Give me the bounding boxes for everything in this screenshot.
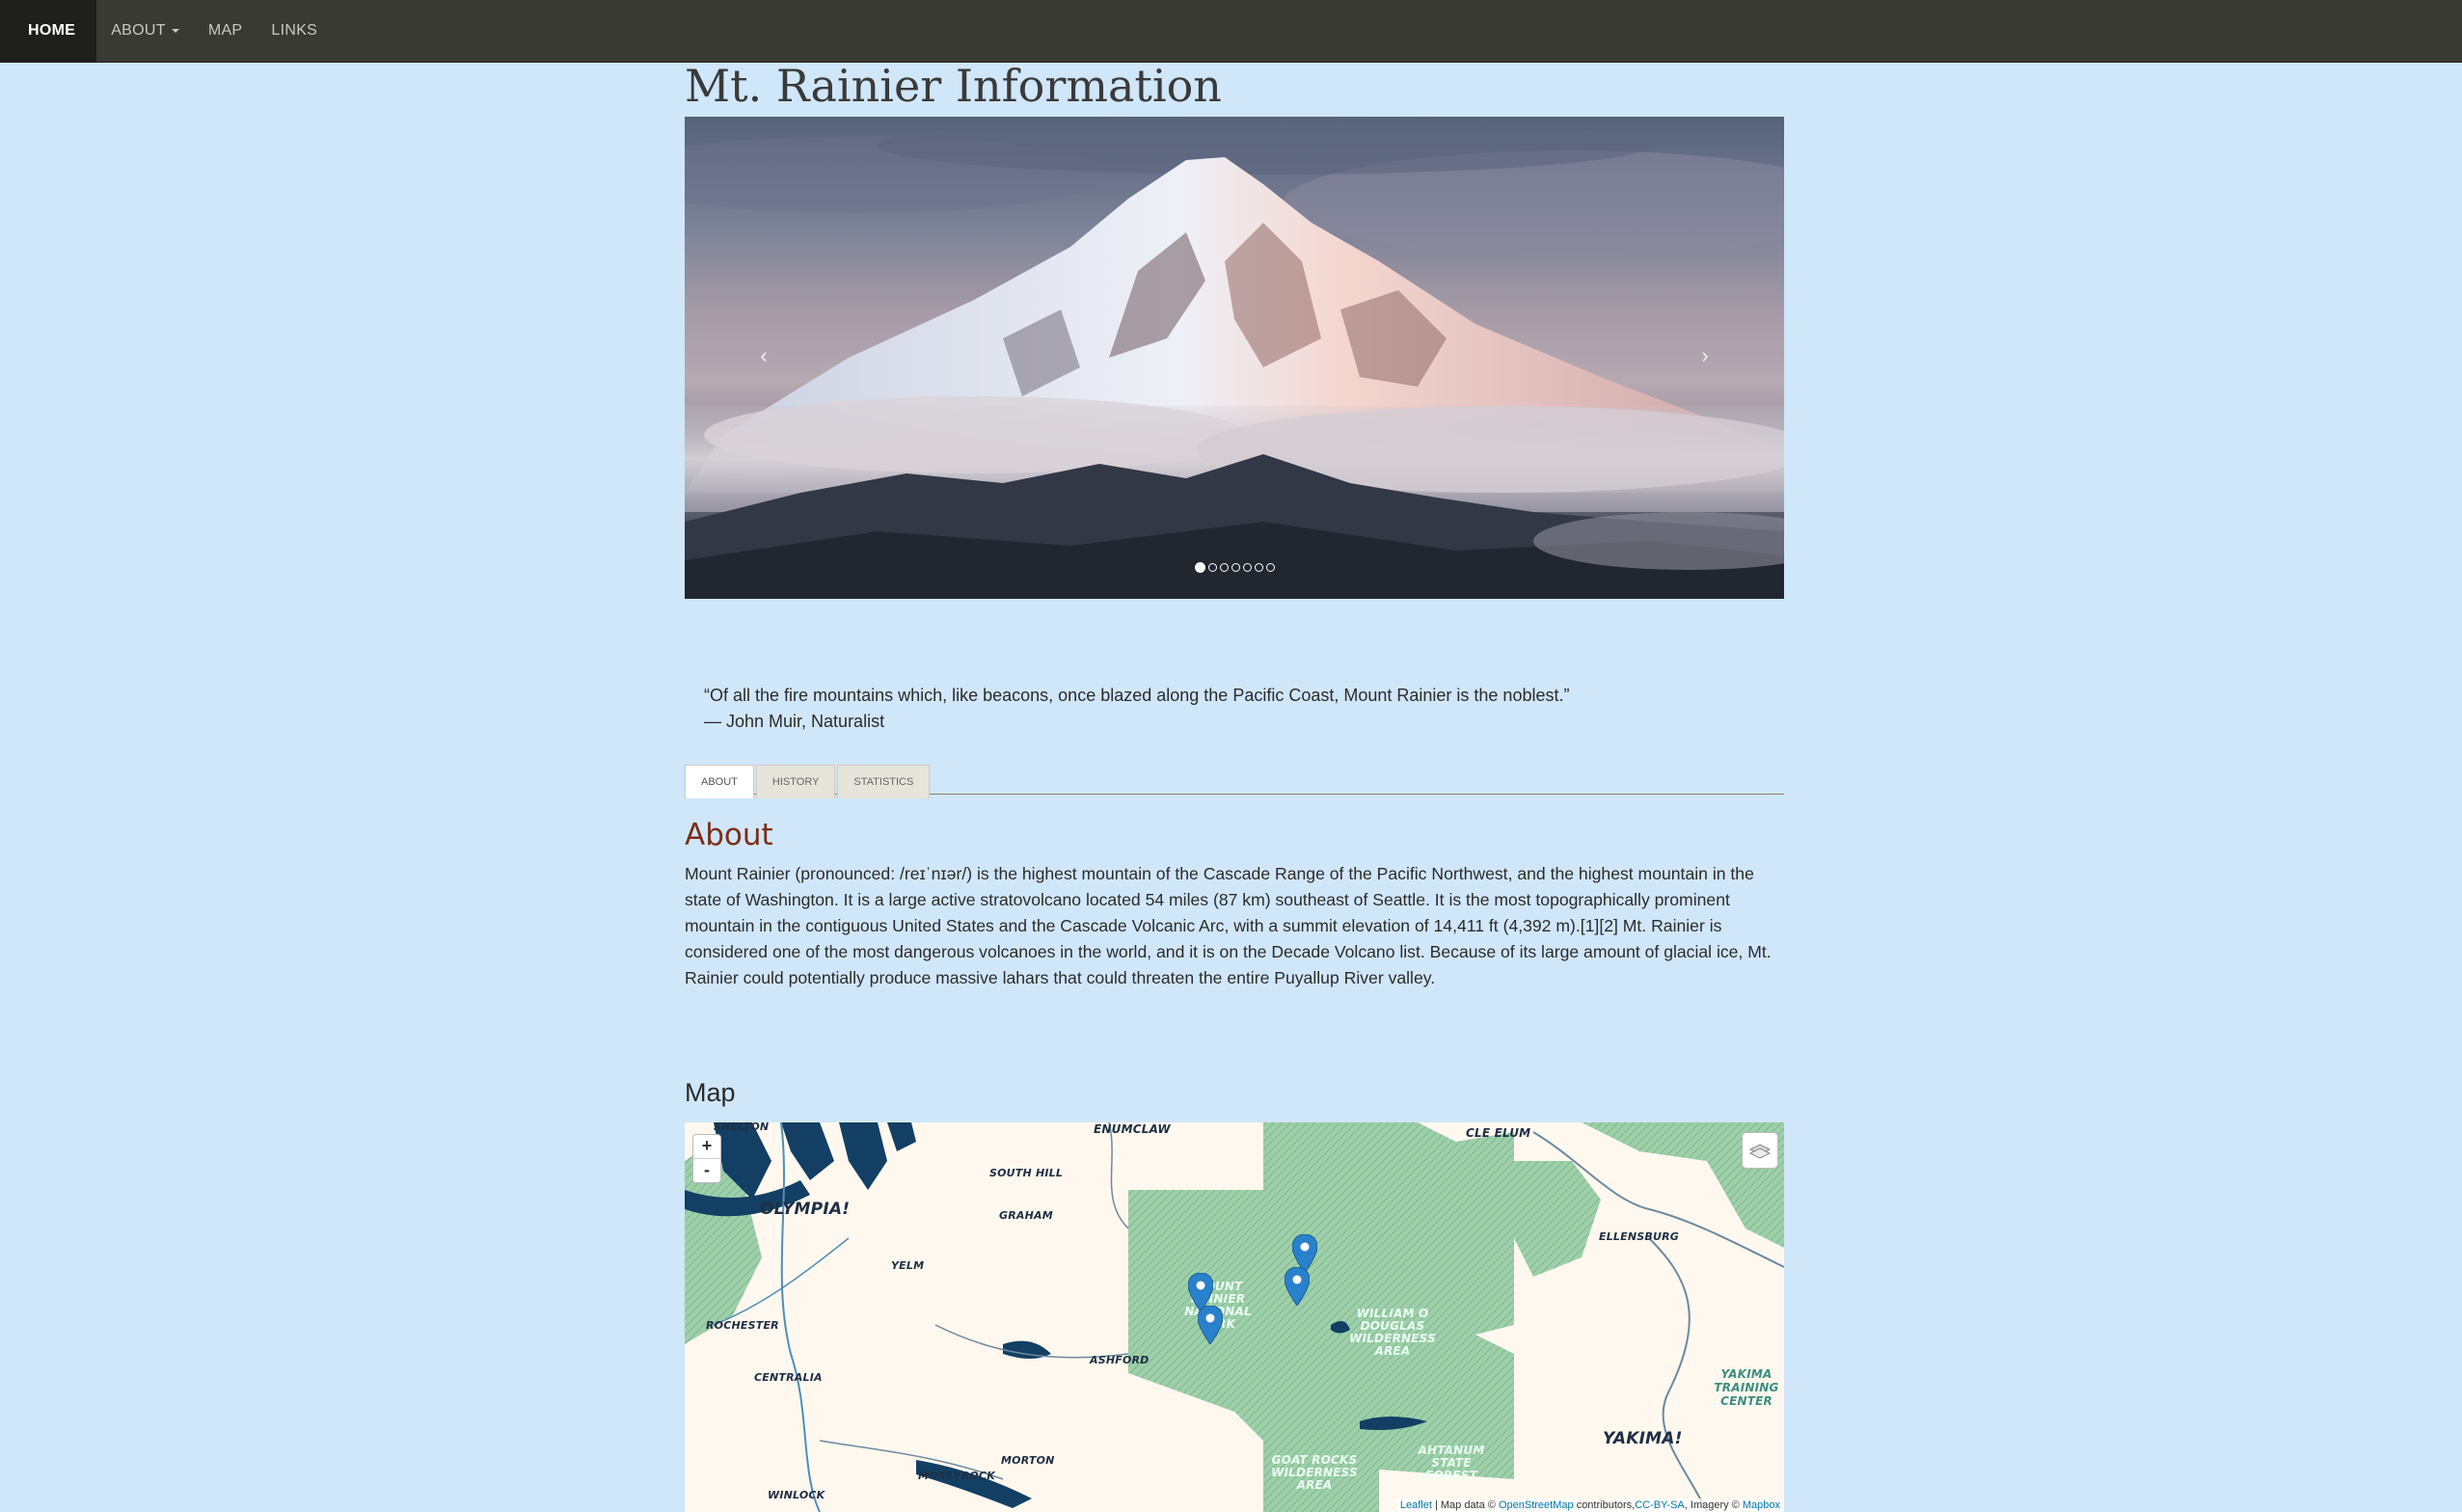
- map-marker-pin[interactable]: [1285, 1267, 1310, 1306]
- map-label-william-o-douglas: WILLIAM O DOUGLAS WILDERNESS AREA: [1349, 1307, 1436, 1358]
- nav-map-label: MAP: [207, 22, 243, 39]
- map-label-ashford: ASHFORD: [1090, 1354, 1150, 1366]
- map-label-south-hill: SOUTH HILL: [989, 1167, 1064, 1179]
- map-label-morton: MORTON: [1001, 1454, 1055, 1467]
- quote-text: “Of all the fire mountains which, like b…: [704, 686, 1570, 705]
- carousel-indicators: [685, 562, 1784, 573]
- attribution-text-2: contributors,: [1576, 1499, 1636, 1511]
- map-marker-pin[interactable]: [1198, 1306, 1223, 1344]
- carousel-prev-button[interactable]: ‹: [744, 337, 783, 375]
- zoom-out-button[interactable]: -: [693, 1158, 720, 1182]
- about-heading: About: [685, 818, 773, 852]
- quote-author: — John Muir, Naturalist: [704, 712, 885, 731]
- attribution-text-3: , Imagery ©: [1684, 1499, 1740, 1511]
- map-label-yelm: YELM: [891, 1259, 925, 1272]
- carousel-indicator-dot[interactable]: [1231, 563, 1240, 572]
- license-link[interactable]: CC-BY-SA: [1635, 1499, 1685, 1511]
- mapbox-link[interactable]: Mapbox: [1743, 1499, 1780, 1511]
- carousel-next-button[interactable]: ›: [1686, 337, 1724, 375]
- map-attribution: Leaflet | Map data © OpenStreetMap contr…: [1395, 1498, 1784, 1512]
- caret-down-icon: [171, 29, 179, 33]
- map-label-enumclaw: ENUMCLAW: [1094, 1122, 1171, 1136]
- page-title: Mt. Rainier Information: [685, 60, 1222, 112]
- osm-link[interactable]: OpenStreetMap: [1499, 1499, 1574, 1511]
- map-heading: Map: [685, 1078, 736, 1107]
- map-label-olympia: OLYMPIA!: [760, 1200, 851, 1219]
- carousel-indicator-dot[interactable]: [1220, 563, 1229, 572]
- carousel-indicator-dot[interactable]: [1208, 563, 1217, 572]
- map-label-yakima-training: YAKIMA TRAINING CENTER: [1714, 1367, 1779, 1408]
- map-label-ellensburg: ELLENSBURG: [1599, 1230, 1679, 1243]
- tab-history[interactable]: HISTORY: [755, 765, 836, 798]
- nav-about-dropdown[interactable]: ABOUT: [96, 0, 194, 62]
- carousel-indicator-dot[interactable]: [1266, 563, 1275, 572]
- zoom-in-button[interactable]: +: [693, 1135, 720, 1158]
- map-label-rochester: ROCHESTER: [706, 1319, 779, 1332]
- tab-statistics[interactable]: STATISTICS: [837, 765, 931, 798]
- map-label-cle-elum: CLE ELUM: [1466, 1126, 1531, 1140]
- map-label-shelton: SHELTON: [714, 1122, 770, 1133]
- nav-home-label: HOME: [28, 22, 76, 39]
- nav-links-label: LINKS: [271, 22, 318, 39]
- map-label-centralia: CENTRALIA: [754, 1371, 823, 1384]
- nav-about-label: ABOUT: [111, 22, 166, 39]
- quote-block: “Of all the fire mountains which, like b…: [704, 683, 1765, 735]
- navbar: HOME ABOUT MAP LINKS: [0, 0, 2462, 63]
- carousel-indicator-dot[interactable]: [1243, 563, 1252, 572]
- nav-home[interactable]: HOME: [0, 0, 97, 62]
- tab-about[interactable]: ABOUT: [685, 765, 754, 798]
- mountain-photo: [685, 117, 1784, 599]
- nav-map[interactable]: MAP: [194, 0, 257, 62]
- image-carousel: ‹ ›: [685, 117, 1784, 599]
- attribution-text-1: | Map data ©: [1434, 1499, 1496, 1511]
- about-paragraph: Mount Rainier (pronounced: /reɪˈnɪər/) i…: [685, 864, 1772, 987]
- nav-links[interactable]: LINKS: [257, 0, 332, 62]
- layers-icon: [1748, 1144, 1772, 1159]
- zoom-control: + -: [692, 1134, 721, 1183]
- leaflet-map[interactable]: SHELTON ENUMCLAW CLE ELUM OLYMPIA! SOUTH…: [685, 1122, 1784, 1512]
- map-label-mossyrock: MOSSYROCK: [918, 1470, 995, 1482]
- carousel-indicator-dot[interactable]: [1255, 563, 1263, 572]
- map-label-yakima: YAKIMA!: [1603, 1429, 1683, 1448]
- map-label-goat-rocks: GOAT ROCKS WILDERNESS AREA: [1271, 1453, 1358, 1492]
- carousel-indicator-dot[interactable]: [1195, 562, 1205, 573]
- layers-control-button[interactable]: [1742, 1132, 1778, 1169]
- map-label-winlock: WINLOCK: [768, 1489, 825, 1501]
- map-label-graham: GRAHAM: [999, 1209, 1053, 1222]
- leaflet-link[interactable]: Leaflet: [1400, 1499, 1432, 1511]
- info-tabs: ABOUT HISTORY STATISTICS: [685, 765, 1784, 798]
